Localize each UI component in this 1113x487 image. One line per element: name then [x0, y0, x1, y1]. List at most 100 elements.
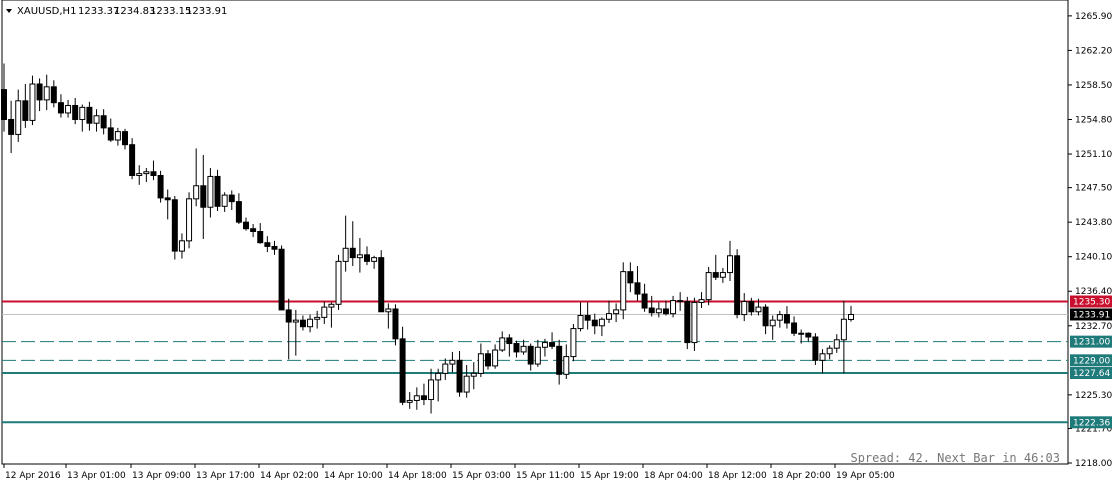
candle-body — [371, 257, 378, 262]
candle-body — [662, 308, 669, 315]
candle-body — [328, 303, 335, 308]
level-price-label-text: 1227.64 — [1073, 369, 1110, 379]
candle-body — [598, 318, 605, 327]
candle-body — [178, 240, 185, 252]
candle-body — [833, 339, 840, 349]
candle-body — [584, 315, 591, 321]
candle-body — [307, 318, 314, 328]
candle-body — [193, 185, 200, 200]
candle — [812, 333, 819, 365]
candle-body — [243, 221, 249, 230]
y-tick-label: 1254.80 — [1075, 115, 1112, 125]
candle-body — [292, 319, 299, 323]
candle-body — [541, 342, 548, 348]
candle-body — [641, 293, 648, 309]
candle — [171, 196, 178, 260]
x-tick-label: 13 Apr 17:00 — [196, 471, 255, 481]
chart-window[interactable]: 1265.90 1262.20 1258.50 1254.80 1251.10 1247.… — [0, 0, 1113, 487]
candle-body — [741, 301, 748, 316]
y-tick-label: 1240.10 — [1075, 253, 1112, 263]
candle — [691, 297, 698, 351]
candle-body — [798, 332, 805, 335]
candle-body — [100, 115, 107, 129]
candle — [705, 266, 712, 306]
candle-body — [684, 301, 691, 344]
candle — [684, 296, 691, 350]
level-price-label: 1235.30 — [1070, 295, 1112, 308]
candle-body — [250, 228, 257, 233]
candle-body — [442, 363, 449, 374]
y-tick-label: 1225.30 — [1075, 391, 1112, 401]
candle-body — [463, 375, 470, 393]
candle-body — [392, 308, 399, 340]
level-price-label: 1222.36 — [1070, 416, 1112, 429]
candle-body — [769, 319, 776, 327]
candle — [186, 192, 193, 249]
candle-body — [321, 306, 328, 318]
candle-body — [570, 328, 577, 358]
y-tick-label: 1258.50 — [1075, 81, 1112, 91]
candle-body — [171, 199, 178, 252]
candle-body — [221, 194, 228, 207]
candle — [335, 254, 342, 310]
candle-body — [143, 171, 150, 175]
candle-body — [43, 86, 50, 101]
candle — [734, 249, 741, 319]
candle-body — [15, 100, 22, 135]
candle-body — [342, 247, 349, 262]
candle-body — [556, 345, 563, 375]
candle-body — [734, 255, 741, 316]
candle — [157, 170, 164, 203]
candle-body — [385, 308, 392, 313]
y-tick-label: 1232.70 — [1075, 322, 1112, 332]
x-tick-label: 14 Apr 10:00 — [324, 471, 383, 481]
candle-body — [157, 174, 164, 199]
candle — [129, 138, 136, 180]
level-price-label-text: 1229.00 — [1073, 356, 1110, 366]
spread-info: Spread: 42. Next Bar in 46:03 — [850, 451, 1060, 465]
candle-body — [819, 353, 826, 361]
candle-body — [563, 356, 570, 375]
y-tick-label: 1265.90 — [1075, 12, 1112, 22]
candle-body — [428, 379, 435, 401]
candle-body — [57, 102, 64, 114]
candle-body — [399, 338, 406, 403]
candle-body — [378, 257, 385, 313]
x-tick-label: 14 Apr 02:00 — [260, 471, 319, 481]
candle-body — [485, 353, 491, 367]
candle-body — [791, 322, 798, 334]
y-tick-label: 1243.80 — [1075, 218, 1112, 228]
x-tick-label: 15 Apr 11:00 — [516, 471, 575, 481]
y-tick-label: 1218.00 — [1075, 459, 1112, 469]
candle-body — [278, 248, 285, 311]
x-tick-label: 18 Apr 12:00 — [708, 471, 767, 481]
candle-body — [413, 395, 420, 401]
candle-body — [776, 314, 783, 321]
candle-body — [826, 347, 833, 355]
candle-body — [755, 306, 762, 313]
candle-body — [129, 144, 136, 176]
x-tick-label: 18 Apr 20:00 — [772, 471, 831, 481]
level-price-label-text: 1231.00 — [1073, 338, 1110, 348]
candle-body — [200, 185, 207, 208]
candle-body — [420, 395, 427, 401]
candle-body — [492, 349, 499, 367]
x-tick-label: 19 Apr 05:00 — [836, 471, 895, 481]
candle-body — [107, 127, 114, 141]
candle-body — [72, 104, 79, 120]
current-price-label-text: 1233.91 — [1073, 310, 1110, 320]
price-chart[interactable]: 1265.90 1262.20 1258.50 1254.80 1251.10 1247.… — [0, 0, 1113, 487]
candle — [214, 169, 221, 211]
candle-body — [449, 359, 456, 365]
candle-body — [712, 272, 719, 278]
candle-body — [762, 306, 769, 327]
candle-body — [150, 171, 157, 176]
x-tick-label: 15 Apr 19:00 — [580, 471, 639, 481]
chart-background — [0, 0, 1113, 487]
candle-body — [36, 83, 43, 101]
candle-body — [719, 272, 726, 278]
x-tick-label: 18 Apr 04:00 — [644, 471, 703, 481]
candle-body — [549, 342, 556, 347]
candle-body — [591, 319, 598, 327]
chart-title: XAUUSD,H1 — [17, 6, 76, 17]
